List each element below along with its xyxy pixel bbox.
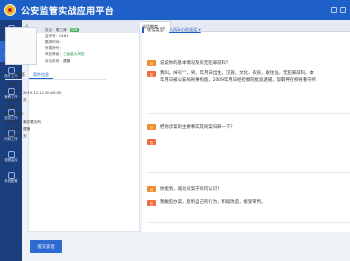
bottom-bar [22, 232, 350, 261]
case-details: 入所原因： 入所时间： 2019-12-12 00:00:00 关押期限：无 办案… [5, 82, 61, 140]
window-controls [331, 7, 346, 13]
gear-icon [7, 171, 15, 179]
detail-row: 入所时间： 2019-12-12 00:00:00 [5, 90, 62, 95]
user-icon[interactable] [331, 7, 337, 13]
person-photo [5, 27, 37, 65]
sidebar-item-settings[interactable]: 系统配置 [0, 167, 22, 188]
question-text: 说说你的基本情况及有无犯罪前科？ [160, 61, 231, 66]
person-info: 姓名： 周三涛 待审 监号号： 0161 羁押时间： 所属房号： 风险等级： 三级重大风… [45, 27, 85, 64]
answer-badge: 答 [147, 71, 156, 77]
question-badge: 问 [147, 186, 156, 192]
question-text: 你能到，城兑对案子有何认识？ [160, 187, 222, 192]
detail-row: 诉讼阶段： 逮捕 [5, 126, 31, 131]
answer-text-line-1[interactable]: 我叫，绰号“”，男，年月日出生，汉族，文化，农民，家住址，无犯罪前科。本 [160, 70, 350, 77]
answer-badge: 答 [147, 139, 156, 145]
tab-case-info[interactable]: 案件信息 [29, 71, 53, 79]
app-title: 公安监管实战应用平台 [21, 6, 115, 17]
tab-person-tags[interactable]: 人员标签 [5, 71, 29, 79]
detail-row: 送押单位： 莱安看办所 [5, 119, 41, 124]
detail-row: 案由简介：无 [5, 134, 27, 139]
divider [147, 222, 350, 223]
divider [147, 172, 350, 173]
person-subtabs: 人员标签 案件信息 [5, 71, 106, 80]
status-badge: 待审 [69, 27, 80, 33]
power-icon[interactable] [340, 7, 346, 13]
question-text: 把你涉案的主要事实及同案归罪一下？ [160, 125, 235, 130]
answer-badge: 答 [147, 200, 156, 206]
info-row-risk: 风险等级： 三级重大风险 [45, 52, 85, 57]
question-badge: 问 [147, 124, 156, 130]
divider [147, 113, 350, 114]
detail-row: 办案单位： [5, 105, 23, 110]
detail-row: 入所原因： [5, 83, 23, 88]
answer-text-line-2[interactable]: 年月日被公安局刑事拘留，2009年月日经检察院批准逮捕，现羁押在柳县看守所 [160, 77, 350, 84]
section-marker [142, 26, 144, 33]
sidebar-item-video[interactable]: 视频监控 [0, 146, 22, 167]
camera-icon [7, 150, 15, 158]
talk-type-select[interactable]: 入所&小时谈话 ▾ [169, 27, 201, 33]
info-row-stage: 诉讼阶段： 逮捕 [45, 58, 71, 63]
detail-row: 关押期限：无 [5, 97, 27, 102]
question-badge: 问 [147, 60, 156, 66]
top-bar: 公安监管实战应用平台 [0, 0, 350, 20]
talk-type-bar: 谈话类型： 入所&小时谈话 ▾ [142, 25, 201, 34]
detail-row: 法律文书号： [5, 112, 27, 117]
submit-talk-button[interactable]: 提交谈话 [30, 240, 62, 253]
answer-text[interactable]: 我触犯办案，反躬自己的行为，积极改造，接受审判。 [160, 199, 350, 206]
police-emblem-icon [4, 4, 16, 16]
